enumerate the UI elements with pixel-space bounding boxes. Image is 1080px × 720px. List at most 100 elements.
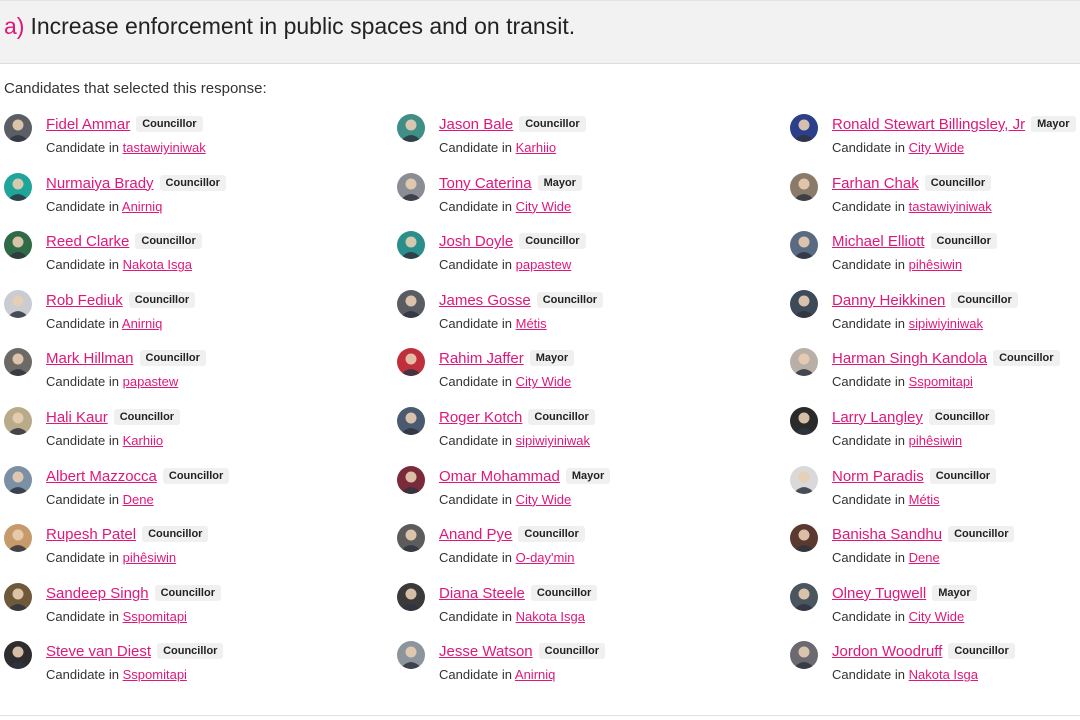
ward-link[interactable]: Sspomitapi (123, 667, 187, 682)
candidate-name-link[interactable]: Reed Clarke (46, 233, 129, 250)
ward-link[interactable]: pihêsiwin (909, 257, 962, 272)
candidate-ward-line: Candidate in pihêsiwin (832, 433, 962, 448)
question-header: a) Increase enforcement in public spaces … (0, 0, 1080, 64)
ward-link[interactable]: Dene (123, 492, 154, 507)
ward-link[interactable]: City Wide (516, 374, 572, 389)
ward-link[interactable]: pihêsiwin (909, 433, 962, 448)
ward-link[interactable]: Sspomitapi (909, 374, 973, 389)
candidate-avatar (4, 231, 32, 260)
ward-link[interactable]: Nakota Isga (516, 609, 585, 624)
candidate-name-link[interactable]: Anand Pye (439, 526, 512, 543)
ward-link[interactable]: Nakota Isga (123, 257, 192, 272)
candidate-name-link[interactable]: Michael Elliott (832, 233, 925, 250)
candidate-name-line: Ronald Stewart Billingsley, Jr Mayor (832, 116, 1076, 134)
ward-link[interactable]: Sspomitapi (123, 609, 187, 624)
candidate-name-link[interactable]: Hali Kaur (46, 409, 108, 426)
ward-link[interactable]: City Wide (909, 140, 965, 155)
ward-link[interactable]: Karhiio (123, 433, 163, 448)
ward-link[interactable]: papastew (516, 257, 572, 272)
role-badge: Councillor (113, 409, 181, 425)
candidate-name-link[interactable]: Jordon Woodruff (832, 643, 942, 660)
ward-link[interactable]: City Wide (516, 199, 572, 214)
candidate-name-link[interactable]: Rob Fediuk (46, 292, 123, 309)
candidate-avatar (397, 348, 425, 377)
candidate-name-link[interactable]: Harman Singh Kandola (832, 350, 987, 367)
candidate-name-link[interactable]: Farhan Chak (832, 175, 919, 192)
question-letter: a) (4, 13, 25, 39)
candidate-name-link[interactable]: Ronald Stewart Billingsley, Jr (832, 116, 1025, 133)
ward-link[interactable]: sipiwiyiniwak (516, 433, 590, 448)
candidate-prefix: Candidate in (439, 198, 512, 214)
ward-link[interactable]: Métis (516, 316, 547, 331)
candidate-name-link[interactable]: Sandeep Singh (46, 585, 149, 602)
candidate-name-link[interactable]: Steve van Diest (46, 643, 151, 660)
candidate-prefix: Candidate in (832, 257, 905, 273)
candidate-name-link[interactable]: Jesse Watson (439, 643, 533, 660)
ward-link[interactable]: Anirniq (122, 316, 162, 331)
candidate-prefix: Candidate in (439, 257, 512, 273)
candidate-avatar (790, 465, 818, 494)
candidate-name-link[interactable]: Omar Mohammad (439, 468, 560, 485)
candidate-card: Reed Clarke Councillor Candidate in Nakota… (4, 229, 394, 281)
candidate-name-link[interactable]: Rahim Jaffer (439, 350, 524, 367)
candidate-name-link[interactable]: Diana Steele (439, 585, 525, 602)
candidate-avatar (397, 289, 425, 318)
candidate-name-link[interactable]: Josh Doyle (439, 233, 513, 250)
candidate-name-link[interactable]: Rupesh Patel (46, 526, 136, 543)
ward-link[interactable]: City Wide (516, 492, 572, 507)
candidate-name-line: Banisha Sandhu Councillor (832, 526, 1015, 544)
role-badge: Councillor (993, 350, 1060, 367)
candidate-name-link[interactable]: Banisha Sandhu (832, 526, 942, 543)
candidate-prefix: Candidate in (832, 550, 905, 566)
ward-link[interactable]: sipiwiyiniwak (909, 316, 983, 331)
role-badge: Councillor (162, 467, 230, 484)
candidate-card: Jesse Watson Councillor Candidate in Anirn… (397, 639, 787, 691)
candidate-name-link[interactable]: Norm Paradis (832, 468, 924, 485)
ward-link[interactable]: City Wide (909, 609, 965, 624)
role-badge: Mayor (1031, 116, 1076, 132)
candidate-prefix: Candidate in (832, 608, 905, 624)
candidate-name-line: Michael Elliott Councillor (832, 233, 997, 251)
ward-link[interactable]: pihêsiwin (123, 550, 176, 565)
candidate-ward-line: Candidate in pihêsiwin (46, 550, 176, 565)
role-badge: Councillor (157, 643, 224, 660)
candidate-name-line: Josh Doyle Councillor (439, 233, 586, 251)
candidate-name-link[interactable]: Danny Heikkinen (832, 292, 945, 309)
ward-link[interactable]: papastew (123, 374, 179, 389)
ward-link[interactable]: Nakota Isga (909, 667, 978, 682)
role-badge: Councillor (154, 584, 221, 601)
candidate-ward-line: Candidate in Anirniq (46, 316, 162, 331)
candidate-name-link[interactable]: Albert Mazzocca (46, 468, 157, 485)
candidate-name-line: Rob Fediuk Councillor (46, 291, 196, 310)
candidate-card: Josh Doyle Councillor Candidate in papaste… (397, 229, 787, 281)
candidate-ward-line: Candidate in Anirniq (439, 667, 555, 682)
question-title: a) Increase enforcement in public spaces … (4, 13, 575, 40)
candidate-card: Michael Elliott Councillor Candidate in pi… (790, 229, 1080, 281)
candidate-name-line: Nurmaiya Brady Councillor (46, 174, 226, 193)
candidate-name-link[interactable]: Larry Langley (832, 409, 923, 426)
candidate-card: James Gosse Councillor Candidate in Métis (397, 288, 787, 340)
ward-link[interactable]: tastawiyiniwak (909, 199, 992, 214)
candidate-name-link[interactable]: Nurmaiya Brady (46, 175, 154, 192)
candidate-name-link[interactable]: Tony Caterina (439, 175, 532, 192)
candidate-name-link[interactable]: Roger Kotch (439, 409, 522, 426)
ward-link[interactable]: Anirniq (122, 199, 162, 214)
candidate-name-link[interactable]: Fidel Ammar (46, 116, 130, 133)
candidate-name-link[interactable]: Olney Tugwell (832, 585, 926, 602)
candidate-prefix: Candidate in (439, 550, 512, 566)
candidate-name-link[interactable]: James Gosse (439, 292, 531, 309)
candidate-name-line: Reed Clarke Councillor (46, 233, 202, 251)
candidate-ward-line: Candidate in O-day'min (439, 550, 574, 565)
candidate-name-link[interactable]: Jason Bale (439, 116, 513, 133)
ward-link[interactable]: Dene (909, 550, 940, 565)
ward-link[interactable]: Anirniq (515, 667, 555, 682)
candidate-card: Larry Langley Councillor Candidate in pihê… (790, 405, 1080, 457)
ward-link[interactable]: Métis (909, 492, 940, 507)
candidate-ward-line: Candidate in Sspomitapi (46, 609, 187, 624)
divider (0, 715, 1080, 716)
candidate-name-line: Sandeep Singh Councillor (46, 584, 221, 603)
ward-link[interactable]: tastawiyiniwak (123, 140, 206, 155)
candidate-name-link[interactable]: Mark Hillman (46, 350, 134, 367)
ward-link[interactable]: Karhiio (516, 140, 556, 155)
ward-link[interactable]: O-day'min (516, 550, 575, 565)
